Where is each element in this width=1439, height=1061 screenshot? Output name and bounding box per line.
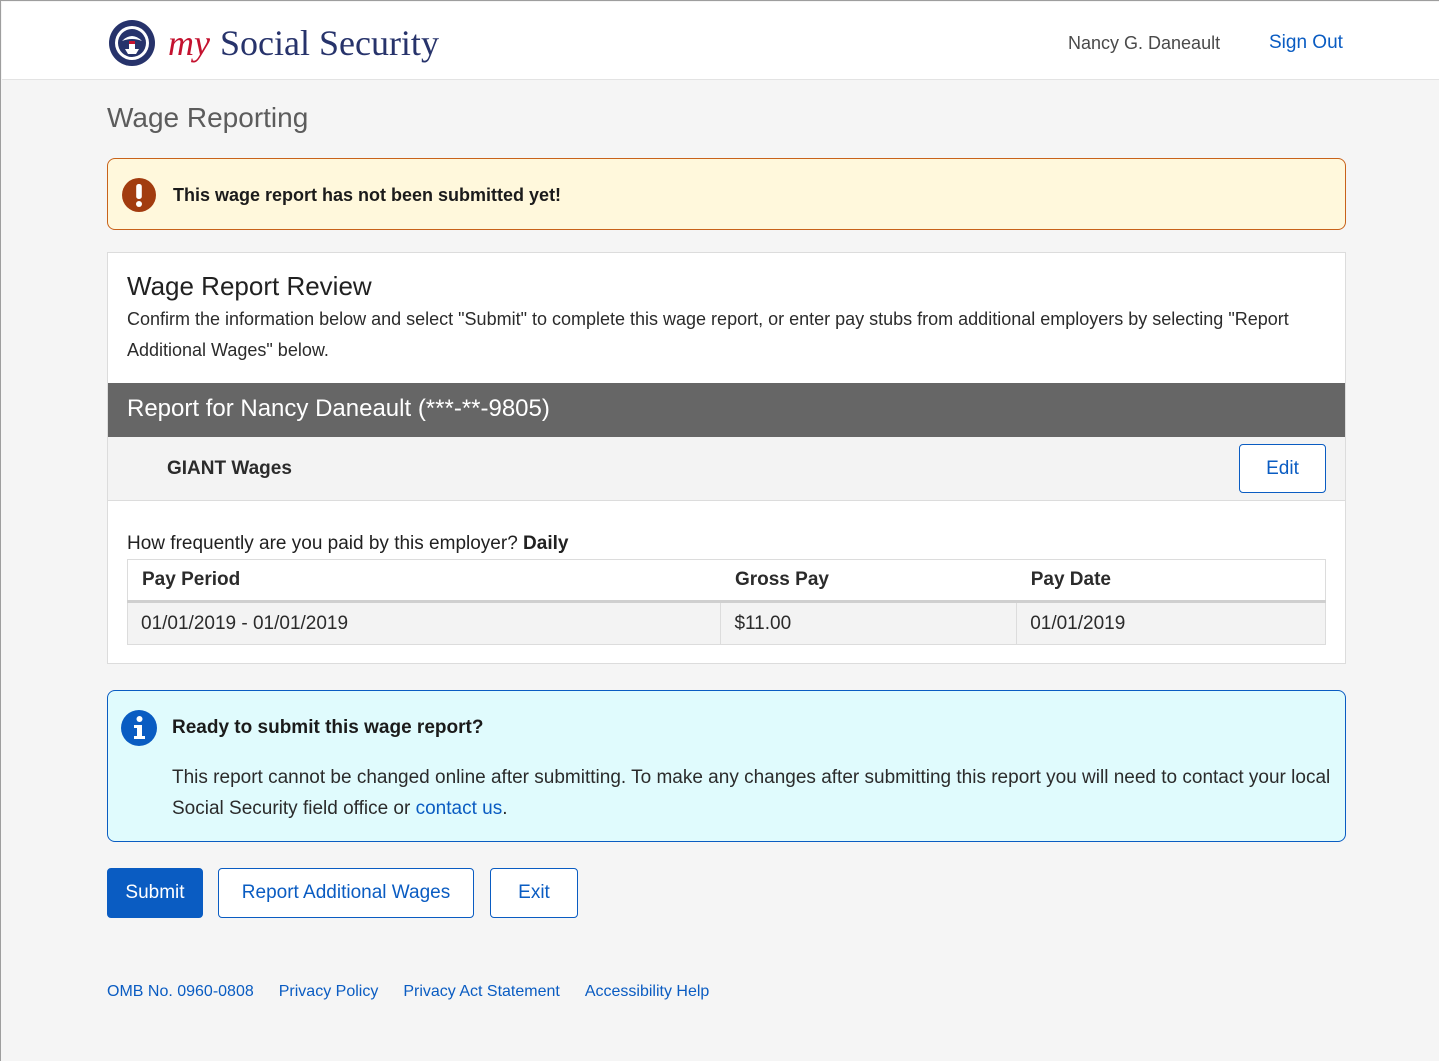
- cell-pay-date: 01/01/2019: [1016, 601, 1326, 645]
- review-title: Wage Report Review: [127, 271, 372, 301]
- info-heading: Ready to submit this wage report?: [172, 717, 484, 738]
- cell-pay-period: 01/01/2019 - 01/01/2019: [126, 601, 722, 645]
- employer-name: GIANT Wages: [167, 458, 292, 479]
- column-header-gross-pay: Gross Pay: [720, 559, 1017, 603]
- sign-out-link[interactable]: Sign Out: [1269, 32, 1343, 54]
- ssa-seal-icon: [109, 20, 155, 66]
- cell-gross-pay: $11.00: [720, 601, 1018, 645]
- exit-button[interactable]: Exit: [490, 868, 578, 918]
- info-body: This report cannot be changed online aft…: [172, 762, 1332, 824]
- brand-name-text: Social Security: [219, 23, 439, 63]
- page-title: Wage Reporting: [107, 102, 309, 133]
- exclamation-icon: [122, 178, 156, 212]
- table-row: 01/01/2019 - 01/01/2019 $11.00 01/01/201…: [126, 601, 1326, 645]
- privacy-policy-link[interactable]: Privacy Policy: [279, 983, 379, 1001]
- edit-button[interactable]: Edit: [1239, 444, 1326, 493]
- report-header-bar: Report for Nancy Daneault (***-**-9805): [108, 383, 1345, 437]
- warning-alert: This wage report has not been submitted …: [107, 158, 1346, 230]
- column-header-pay-date: Pay Date: [1016, 559, 1326, 603]
- review-description: Confirm the information below and select…: [127, 309, 1289, 360]
- pay-frequency: How frequently are you paid by this empl…: [127, 533, 568, 555]
- user-name: Nancy G. Daneault: [1068, 33, 1221, 53]
- column-header-pay-period: Pay Period: [126, 559, 721, 603]
- brand-logo[interactable]: my Social Security: [108, 20, 439, 66]
- contact-us-link[interactable]: contact us: [416, 798, 503, 819]
- info-body-end: .: [502, 798, 508, 819]
- employer-row: GIANT Wages Edit: [108, 437, 1345, 501]
- omb-number: OMB No. 0960-0808: [107, 983, 254, 1000]
- info-body-text: This report cannot be changed online aft…: [172, 767, 1331, 819]
- page-frame: my Social Security Nancy G. Daneault Sig…: [0, 0, 1439, 1061]
- footer-links: OMB No. 0960-0808 Privacy Policy Privacy…: [107, 983, 734, 1001]
- accessibility-help-link[interactable]: Accessibility Help: [585, 983, 709, 1001]
- wage-report-review-card: Wage Report Review Confirm the informati…: [107, 252, 1346, 664]
- report-additional-wages-button[interactable]: Report Additional Wages: [218, 868, 474, 918]
- submit-button[interactable]: Submit: [107, 868, 203, 918]
- wage-table: Pay Period Gross Pay Pay Date 01/01/2019…: [126, 559, 1326, 645]
- info-icon: [121, 710, 157, 746]
- privacy-act-statement-link[interactable]: Privacy Act Statement: [403, 983, 560, 1001]
- info-alert: Ready to submit this wage report? This r…: [107, 690, 1346, 842]
- frequency-answer: Daily: [523, 533, 569, 554]
- site-header: my Social Security Nancy G. Daneault Sig…: [2, 2, 1439, 80]
- brand-my-text: my: [168, 23, 210, 63]
- warning-message: This wage report has not been submitted …: [173, 185, 562, 205]
- table-header-row: Pay Period Gross Pay Pay Date: [126, 559, 1326, 603]
- frequency-question: How frequently are you paid by this empl…: [127, 533, 518, 554]
